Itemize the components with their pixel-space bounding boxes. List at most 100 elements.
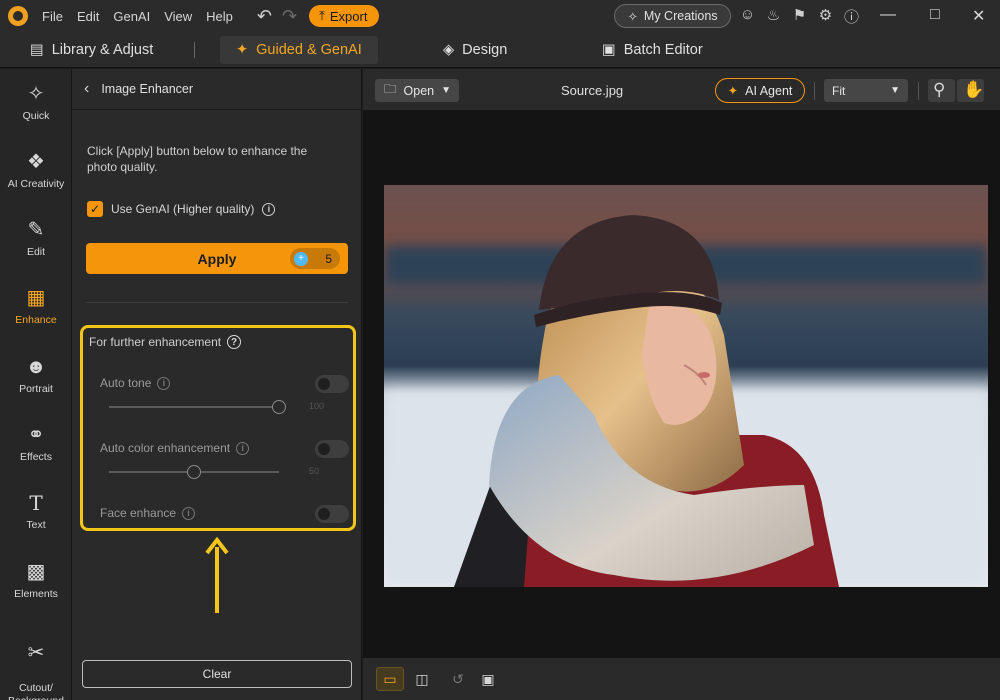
chevron-down-icon: ▼ — [890, 85, 900, 96]
rail-item-cutout[interactable]: ✂ Cutout/ Background — [0, 629, 72, 700]
cutout-icon: ✂ — [27, 642, 45, 664]
erase-button[interactable]: ▣ — [474, 667, 502, 691]
rail-item-elements[interactable]: ▩ Elements — [0, 561, 72, 600]
elements-icon: ▩ — [26, 561, 46, 583]
rail-label: Text — [26, 519, 46, 531]
enhance-image-icon: ▦ — [26, 287, 46, 309]
info-icon[interactable]: i — [182, 506, 196, 520]
tab-batch-editor[interactable]: ▣ Batch Editor — [602, 36, 703, 64]
auto-color-toggle[interactable] — [315, 440, 349, 458]
library-icon: ▤ — [30, 42, 44, 58]
menu-genai[interactable]: GenAI — [113, 9, 150, 24]
credit-badge: + 5 — [290, 248, 340, 269]
batch-images-icon: ▣ — [602, 42, 616, 58]
toolbar-divider — [814, 82, 815, 100]
menu-edit[interactable]: Edit — [77, 9, 99, 24]
tool-rail: ✧ Quick ❖ AI Creativity ✎ Edit ▦ Enhance… — [0, 69, 72, 700]
sparkle-icon: ✧ — [627, 9, 638, 24]
text-icon: T — [29, 491, 43, 515]
clear-label: Clear — [202, 667, 232, 681]
rail-label: Quick — [22, 110, 50, 122]
rail-item-ai-creativity[interactable]: ❖ AI Creativity — [0, 151, 72, 190]
use-genai-checkbox[interactable]: ✓ Use GenAI (Higher quality) i — [87, 201, 276, 217]
compare-view-button[interactable]: ◫ — [408, 667, 436, 691]
ai-creativity-icon: ❖ — [27, 151, 45, 173]
maximize-icon[interactable]: □ — [930, 6, 940, 24]
tab-library-adjust[interactable]: ▤ Library & Adjust — [30, 36, 153, 64]
tab-batch-label: Batch Editor — [623, 42, 703, 58]
zoom-fit-select[interactable]: Fit ▼ — [824, 79, 908, 102]
rail-item-enhance[interactable]: ▦ Enhance — [0, 287, 72, 326]
redo-icon[interactable]: ↷ — [282, 6, 297, 27]
open-button[interactable]: 🗀 Open ▼ — [375, 79, 459, 102]
auto-color-slider[interactable] — [109, 465, 279, 479]
split-view-icon: ◫ — [415, 670, 429, 687]
rail-item-portrait[interactable]: ☻ Portrait — [0, 356, 72, 395]
history-button[interactable]: ↺ — [444, 667, 472, 691]
slider-thumb[interactable] — [187, 465, 201, 479]
help-icon[interactable]: ⓘ — [842, 6, 861, 27]
panel-header: ‹ Image Enhancer — [72, 69, 362, 110]
undo-icon[interactable]: ↶ — [257, 6, 272, 27]
export-label: Export — [329, 8, 368, 24]
layers-icon: ◈ — [443, 42, 455, 58]
file-name: Source.jpg — [561, 83, 624, 98]
panel-description: Click [Apply] button below to enhance th… — [87, 144, 308, 174]
slider-thumb[interactable] — [272, 400, 286, 414]
export-button[interactable]: ⤒ Export — [309, 5, 380, 27]
auto-tone-slider[interactable] — [109, 400, 286, 414]
divider — [86, 302, 348, 303]
auto-color-text: Auto color enhancement — [100, 441, 231, 455]
magic-wand-icon: ✦ — [236, 42, 249, 58]
checkbox-checked-icon[interactable]: ✓ — [87, 201, 103, 217]
tab-library-label: Library & Adjust — [51, 42, 154, 58]
apply-label: Apply — [197, 250, 237, 267]
minimize-icon[interactable]: — — [880, 6, 896, 24]
rail-item-quick[interactable]: ✧ Quick — [0, 83, 72, 122]
megaphone-icon[interactable]: ⚑ — [790, 6, 809, 27]
menu-file[interactable]: File — [42, 9, 63, 24]
magic-wand-icon: ✧ — [27, 83, 45, 105]
canvas-area — [363, 111, 1000, 657]
info-icon[interactable]: i — [236, 441, 250, 455]
auto-color-label: Auto color enhancement i — [100, 441, 250, 455]
search-zoom-icon: ⚲ — [933, 80, 946, 99]
tab-design[interactable]: ◈ Design — [443, 36, 507, 64]
my-creations-button[interactable]: ✧ My Creations — [614, 4, 731, 28]
tab-divider — [194, 42, 195, 58]
eraser-icon: ▣ — [481, 670, 495, 687]
portrait-icon: ☻ — [25, 356, 47, 378]
tab-guided-genai[interactable]: ✦ Guided & GenAI — [220, 36, 378, 64]
rail-item-effects[interactable]: ⚭ Effects — [0, 424, 72, 463]
auto-tone-text: Auto tone — [100, 376, 152, 390]
ai-agent-button[interactable]: ✦ AI Agent — [715, 78, 805, 103]
toolbar-divider — [918, 82, 919, 100]
close-icon[interactable]: ✕ — [972, 6, 985, 26]
canvas-bottom-bar: ▭ ◫ ↺ ▣ — [363, 657, 1000, 700]
menu-help[interactable]: Help — [206, 9, 233, 24]
hand-icon: ✋ — [963, 80, 985, 99]
settings-gear-icon[interactable]: ⚙ — [816, 6, 835, 27]
auto-tone-label: Auto tone i — [100, 376, 171, 390]
question-mark-icon[interactable]: ? — [227, 335, 242, 349]
tab-design-label: Design — [462, 42, 508, 58]
rail-label: Effects — [20, 451, 52, 463]
rail-item-edit[interactable]: ✎ Edit — [0, 219, 72, 258]
back-chevron-icon[interactable]: ‹ — [84, 80, 89, 98]
auto-tone-toggle[interactable] — [315, 375, 349, 393]
use-genai-label: Use GenAI (Higher quality) — [111, 202, 255, 216]
single-view-button[interactable]: ▭ — [376, 667, 404, 691]
menu-view[interactable]: View — [164, 9, 192, 24]
clear-button[interactable]: Clear — [82, 660, 352, 688]
face-enhance-toggle[interactable] — [315, 505, 349, 523]
rail-item-text[interactable]: T Text — [0, 492, 72, 531]
rail-label: Portrait — [19, 383, 53, 395]
further-enhancement-title: For further enhancement ? — [89, 335, 242, 349]
apply-button[interactable]: Apply + 5 — [86, 243, 348, 274]
info-icon[interactable]: i — [157, 376, 171, 390]
info-icon[interactable]: i — [262, 202, 276, 216]
notification-bell-icon[interactable]: ♨ — [764, 6, 783, 27]
zoom-mode-value: Fit — [832, 83, 846, 98]
account-icon[interactable]: ☺ — [738, 6, 757, 27]
ai-agent-icon: ✦ — [727, 84, 739, 98]
